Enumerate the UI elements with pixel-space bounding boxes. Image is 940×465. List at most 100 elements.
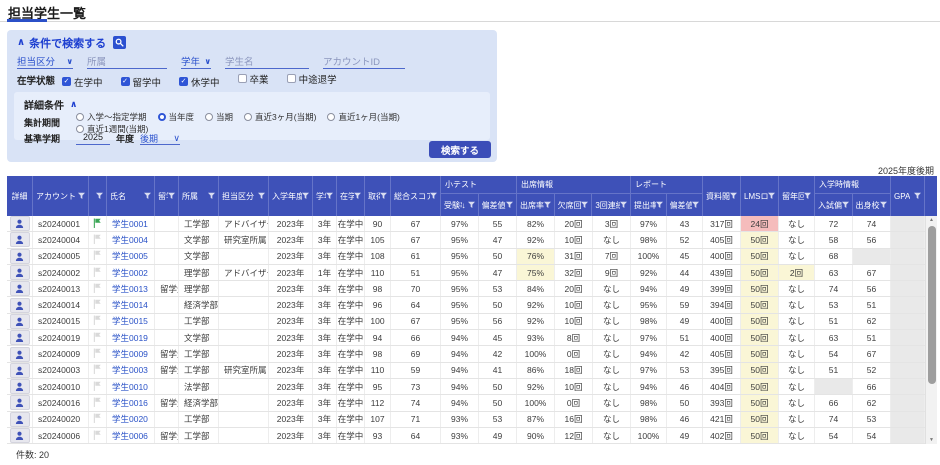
- student-name-link[interactable]: 学生0013: [112, 283, 148, 295]
- column-header-exam_dev[interactable]: 入試偏差値: [815, 194, 853, 216]
- column-header-gpa[interactable]: GPA: [891, 176, 925, 216]
- scrollbar-thumb[interactable]: [928, 226, 936, 384]
- detail-button[interactable]: [10, 412, 30, 427]
- column-header-streak[interactable]: 3回連続欠席: [592, 194, 630, 216]
- search-field-所属[interactable]: 所属: [87, 54, 167, 69]
- checkbox-unchecked-icon[interactable]: [238, 74, 247, 83]
- filter-icon[interactable]: [78, 192, 85, 201]
- column-header-intl[interactable]: 留学生: [155, 176, 179, 216]
- base-year-input[interactable]: 2025: [76, 132, 110, 145]
- collapse-chevron-icon[interactable]: ∧: [70, 99, 77, 110]
- filter-icon[interactable]: [914, 192, 921, 201]
- search-field-アカウントID[interactable]: アカウントID: [323, 54, 405, 69]
- column-header-absent[interactable]: 欠席回数: [555, 194, 593, 216]
- student-name-link[interactable]: 学生0005: [112, 250, 148, 262]
- search-field-担当区分[interactable]: 担当区分∨: [17, 54, 73, 69]
- scroll-down-icon[interactable]: ▼: [929, 436, 934, 444]
- student-name-link[interactable]: 学生0019: [112, 332, 148, 344]
- filter-icon[interactable]: [354, 192, 361, 201]
- radio-icon[interactable]: [327, 113, 335, 121]
- column-header-views[interactable]: 資料閲覧回数: [703, 176, 741, 216]
- radio-icon[interactable]: [244, 113, 252, 121]
- filter-icon[interactable]: [842, 201, 849, 210]
- student-name-link[interactable]: 学生0016: [112, 397, 148, 409]
- column-header-account[interactable]: アカウント: [33, 176, 89, 216]
- student-name-link[interactable]: 学生0009: [112, 348, 148, 360]
- detail-button[interactable]: [10, 363, 30, 378]
- detail-button[interactable]: [10, 281, 30, 296]
- filter-icon[interactable]: [302, 192, 309, 201]
- column-header-dept[interactable]: 所属: [179, 176, 219, 216]
- filter-icon[interactable]: [430, 192, 437, 201]
- filter-icon[interactable]: [208, 192, 215, 201]
- filter-icon[interactable]: [656, 201, 663, 210]
- radio-selected-icon[interactable]: [158, 113, 166, 121]
- status-checkbox-中途退学[interactable]: 中途退学: [287, 72, 337, 86]
- detail-button[interactable]: [10, 428, 30, 443]
- column-header-quiz_dev[interactable]: 偏差値: [479, 194, 516, 216]
- student-name-link[interactable]: 学生0020: [112, 413, 148, 425]
- search-field-学生名[interactable]: 学生名: [225, 54, 309, 69]
- column-header-flag[interactable]: [89, 176, 107, 216]
- detail-button[interactable]: [10, 347, 30, 362]
- filter-icon[interactable]: [144, 192, 151, 201]
- search-panel-header[interactable]: ∧ 条件で検索する: [7, 30, 497, 49]
- column-header-lms[interactable]: LMSログイン回数: [741, 176, 779, 216]
- column-header-rep_rate[interactable]: 提出率: [631, 194, 667, 216]
- student-name-link[interactable]: 学生0006: [112, 430, 148, 442]
- collapse-chevron-icon[interactable]: ∧: [17, 37, 25, 48]
- filter-icon[interactable]: [380, 192, 387, 201]
- checkbox-checked-icon[interactable]: ✓: [62, 77, 71, 86]
- filter-icon[interactable]: [468, 201, 475, 210]
- period-radio-当期[interactable]: 当期: [205, 111, 233, 123]
- detail-button[interactable]: [10, 379, 30, 394]
- filter-icon[interactable]: [96, 192, 103, 201]
- filter-icon[interactable]: [880, 201, 887, 210]
- search-icon[interactable]: [113, 36, 126, 49]
- filter-icon[interactable]: [506, 201, 513, 210]
- detail-button[interactable]: [10, 330, 30, 345]
- column-header-repeat[interactable]: 留年回数: [779, 176, 815, 216]
- detail-button[interactable]: [10, 265, 30, 280]
- detail-button[interactable]: [10, 232, 30, 247]
- filter-icon[interactable]: [168, 192, 175, 201]
- column-header-credits[interactable]: 取得単位: [365, 176, 391, 216]
- base-term-select[interactable]: 後期 ∨: [140, 132, 180, 145]
- status-checkbox-休学中[interactable]: ✓休学中: [179, 75, 220, 89]
- radio-icon[interactable]: [205, 113, 213, 121]
- column-header-status[interactable]: 在学状態: [337, 176, 365, 216]
- search-field-学年[interactable]: 学年∨: [181, 54, 211, 69]
- student-name-link[interactable]: 学生0015: [112, 315, 148, 327]
- filter-icon[interactable]: [326, 192, 333, 201]
- status-checkbox-留学中[interactable]: ✓留学中: [121, 75, 162, 89]
- student-name-link[interactable]: 学生0010: [112, 381, 148, 393]
- filter-icon[interactable]: [544, 201, 551, 210]
- student-name-link[interactable]: 学生0003: [112, 364, 148, 376]
- student-name-link[interactable]: 学生0001: [112, 218, 148, 230]
- filter-icon[interactable]: [258, 192, 265, 201]
- detail-button[interactable]: [10, 216, 30, 231]
- column-header-quiz_rate[interactable]: 受験率↓: [441, 194, 479, 216]
- column-header-school_dev[interactable]: 出身校偏差値: [853, 194, 890, 216]
- filter-icon[interactable]: [804, 192, 811, 201]
- column-header-rep_dev[interactable]: 偏差値: [667, 194, 702, 216]
- filter-icon[interactable]: [730, 192, 737, 201]
- student-name-link[interactable]: 学生0004: [112, 234, 148, 246]
- column-header-att_rate[interactable]: 出席率: [517, 194, 555, 216]
- period-radio-当年度[interactable]: 当年度: [158, 111, 195, 123]
- detail-button[interactable]: [10, 249, 30, 264]
- filter-icon[interactable]: [620, 201, 627, 210]
- period-radio-入学～指定学期[interactable]: 入学～指定学期: [76, 111, 147, 123]
- filter-icon[interactable]: [692, 201, 699, 210]
- radio-icon[interactable]: [76, 113, 84, 121]
- filter-icon[interactable]: [768, 192, 775, 201]
- status-checkbox-在学中[interactable]: ✓在学中: [62, 75, 103, 89]
- filter-icon[interactable]: [581, 201, 588, 210]
- period-radio-直近3ヶ月(当期)[interactable]: 直近3ヶ月(当期): [244, 111, 316, 123]
- column-header-score[interactable]: 総合スコア: [391, 176, 441, 216]
- checkbox-checked-icon[interactable]: ✓: [121, 77, 130, 86]
- period-radio-直近1ヶ月(当期)[interactable]: 直近1ヶ月(当期): [327, 111, 399, 123]
- checkbox-checked-icon[interactable]: ✓: [179, 77, 188, 86]
- column-header-enroll[interactable]: 入学年度: [269, 176, 313, 216]
- student-name-link[interactable]: 学生0002: [112, 267, 148, 279]
